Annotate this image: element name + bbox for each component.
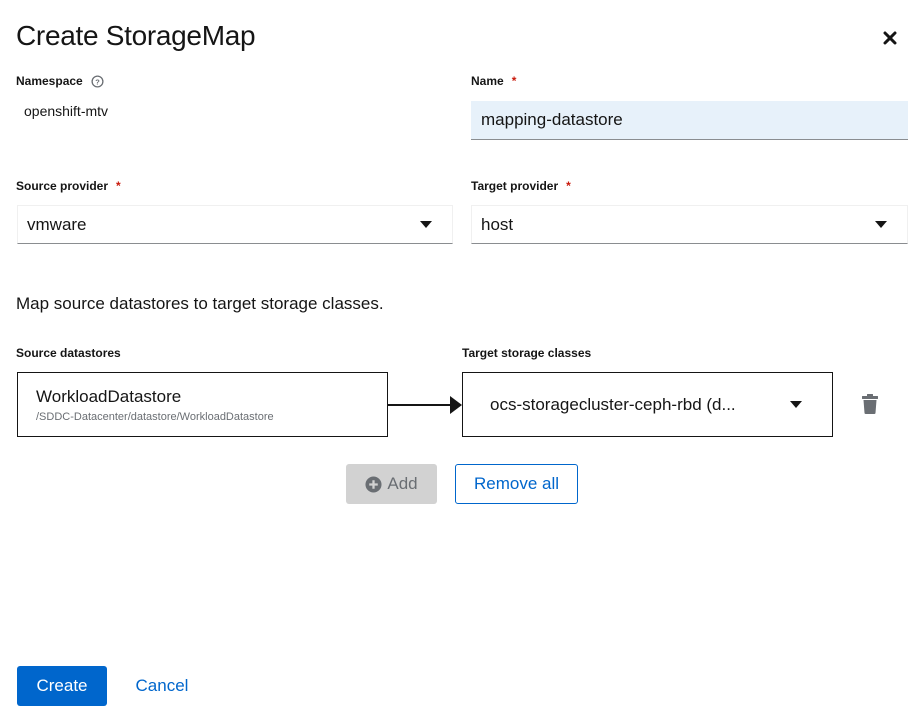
caret-down-icon — [420, 221, 432, 228]
required-marker: * — [511, 74, 517, 88]
mapping-arrow-line — [388, 404, 452, 406]
add-label: Add — [387, 474, 418, 493]
cancel-button[interactable]: Cancel — [122, 666, 202, 706]
target-provider-label: Target provider — [471, 179, 559, 193]
create-button[interactable]: Create — [17, 666, 107, 706]
required-marker: * — [566, 179, 571, 193]
target-storage-class-select[interactable]: ocs-storagecluster-ceph-rbd (d... — [462, 372, 833, 437]
source-provider-value: vmware — [27, 214, 87, 234]
remove-all-button[interactable]: Remove all — [455, 464, 578, 504]
name-label: Name — [471, 74, 504, 88]
dialog-title: Create StorageMap — [16, 20, 256, 51]
plus-circle-icon — [365, 475, 382, 493]
svg-text:?: ? — [95, 77, 100, 86]
namespace-label: Namespace — [16, 74, 83, 88]
source-provider-select[interactable]: vmware — [17, 205, 453, 244]
target-provider-label-group: Target provider * — [471, 178, 571, 194]
target-provider-select[interactable]: host — [471, 205, 908, 244]
caret-down-icon — [875, 221, 887, 228]
source-datastore-name: WorkloadDatastore — [36, 387, 182, 406]
close-button[interactable] — [878, 26, 902, 50]
name-label-group: Name * — [471, 73, 516, 89]
help-icon[interactable]: ? — [91, 74, 104, 88]
required-marker: * — [116, 179, 121, 193]
add-mapping-button[interactable]: Add — [346, 464, 437, 504]
target-storage-classes-header: Target storage classes — [462, 346, 592, 360]
delete-row-button[interactable] — [861, 394, 879, 414]
source-provider-label-group: Source provider * — [16, 178, 121, 194]
namespace-value: openshift-mtv — [24, 103, 109, 119]
close-icon — [883, 31, 897, 45]
source-provider-label: Source provider — [16, 179, 109, 193]
target-provider-value: host — [481, 214, 514, 234]
source-datastores-header: Source datastores — [16, 346, 121, 360]
mapping-description: Map source datastores to target storage … — [16, 294, 384, 313]
target-storage-class-value: ocs-storagecluster-ceph-rbd (d... — [490, 394, 736, 414]
trash-icon — [862, 394, 878, 414]
arrow-right-icon — [450, 396, 462, 414]
source-datastore-path: /SDDC-Datacenter/datastore/WorkloadDatas… — [36, 411, 274, 423]
namespace-label-group: Namespace ? — [16, 73, 104, 89]
caret-down-icon — [790, 401, 802, 408]
name-input[interactable] — [471, 101, 908, 140]
source-datastore-card: WorkloadDatastore /SDDC-Datacenter/datas… — [17, 372, 388, 437]
